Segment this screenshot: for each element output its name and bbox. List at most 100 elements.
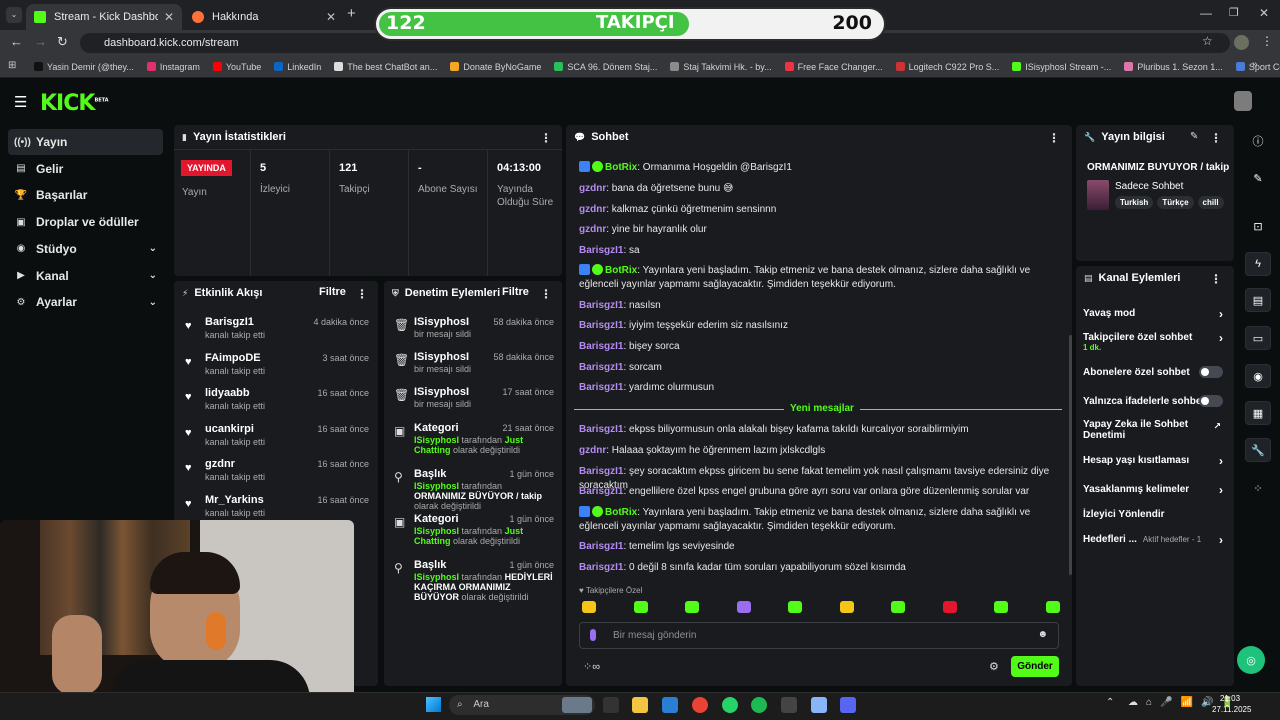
bookmark-item[interactable]: SCA 96. Dönem Staj...	[554, 62, 657, 72]
hamburger-menu-icon[interactable]: ☰	[14, 93, 27, 111]
bookmark-item[interactable]: The best ChatBot an...	[334, 62, 437, 72]
chat-username[interactable]: BarisgzI1	[579, 320, 623, 331]
emote-icon[interactable]	[942, 601, 957, 613]
more-options-icon[interactable]: ⋮	[1048, 131, 1060, 145]
chat-username[interactable]: BarisgzI1	[579, 466, 623, 477]
user-avatar[interactable]	[1234, 91, 1252, 111]
new-tab-button[interactable]: +	[347, 5, 356, 22]
close-tab-icon[interactable]: ✕	[164, 10, 174, 24]
activity-item[interactable]: ♥ ucankirpi kanalı takip etti 16 saat önce	[180, 423, 375, 457]
bookmark-item[interactable]: Staj Takvimi Hk. - by...	[670, 62, 772, 72]
chat-message[interactable]: BarisgzI1: yardımc olurmusun	[579, 381, 1059, 395]
chat-username[interactable]: BarisgzI1	[579, 486, 623, 497]
chat-message[interactable]: BarisgzI1: sa	[579, 244, 1059, 258]
channel-action-item[interactable]: Hedefleri ... Aktif hedefler - 1 ›	[1083, 533, 1229, 547]
more-bookmarks-icon[interactable]: »	[1252, 59, 1258, 70]
chat-username[interactable]: BarisgzI1	[579, 562, 623, 573]
screenshot-icon[interactable]: ⊡	[1245, 214, 1271, 238]
emote-icon[interactable]	[633, 601, 648, 613]
emote-icon[interactable]	[1045, 601, 1060, 613]
chat-username[interactable]: BarisgzI1	[579, 424, 623, 435]
activity-item[interactable]: ♥ gzdnr kanalı takip etti 16 saat önce	[180, 458, 375, 492]
chat-message[interactable]: BarisgzI1: bişey sorca	[579, 340, 1059, 354]
car-widget-icon[interactable]	[562, 697, 592, 713]
close-window-icon[interactable]: ✕	[1259, 6, 1269, 20]
edit-icon[interactable]: ✎	[1245, 166, 1271, 190]
bookmark-item[interactable]: Instagram	[146, 62, 200, 72]
document-icon[interactable]: ▤	[1245, 288, 1271, 312]
chat-username[interactable]: gzdnr	[579, 224, 606, 235]
chat-message[interactable]: BarisgzI1: engellilere özel kpss engel g…	[579, 485, 1059, 499]
channel-action-item[interactable]: Yapay Zeka ile Sohbet Denetimi ↗	[1083, 419, 1229, 441]
chat-scrollbar[interactable]	[1069, 335, 1072, 575]
sidebar-item-3[interactable]: ▣ Droplar ve ödüller	[8, 209, 163, 235]
channel-action-item[interactable]: İzleyici Yönlendir	[1083, 508, 1229, 520]
channel-action-item[interactable]: Takipçilere özel sohbet 1 dk. ›	[1083, 331, 1229, 352]
sidebar-item-5[interactable]: ▶ Kanal ⌄	[8, 263, 163, 289]
chat-username[interactable]: BarisgzI1	[579, 341, 623, 352]
chat-message[interactable]: gzdnr: yine bir hayranlık olur	[579, 223, 1059, 237]
chat-username[interactable]: BotRix	[605, 507, 637, 518]
chat-username[interactable]: gzdnr	[579, 445, 606, 456]
obs-icon[interactable]	[781, 697, 797, 713]
close-tab-icon[interactable]: ✕	[326, 10, 336, 24]
bookmark-item[interactable]: ISisyphosI Stream -...	[1012, 62, 1111, 72]
chat-username[interactable]: BotRix	[605, 162, 637, 173]
layout-icon[interactable]: ▦	[1245, 401, 1271, 425]
chat-username[interactable]: BarisgzI1	[579, 362, 623, 373]
chat-bubble-icon[interactable]: ▭	[1245, 326, 1271, 350]
app-icon[interactable]	[811, 697, 827, 713]
start-button[interactable]	[426, 697, 441, 712]
emote-icon[interactable]	[685, 601, 699, 613]
clock-time[interactable]: 21:03	[1220, 694, 1240, 703]
bookmark-item[interactable]: Logitech C922 Pro S...	[895, 62, 999, 72]
chat-username[interactable]: BarisgzI1	[579, 300, 623, 311]
discord-icon[interactable]	[840, 697, 856, 713]
toggle-switch[interactable]	[1199, 366, 1223, 378]
tab-hakkinda[interactable]: Hakkında ✕	[184, 4, 344, 30]
chat-message[interactable]: BarisgzI1: iyiyim teşşekür ederim siz na…	[579, 319, 1059, 333]
bookmark-item[interactable]: YouTube	[212, 62, 261, 72]
category-name[interactable]: Sadece Sohbet	[1115, 181, 1183, 192]
chat-message[interactable]: BarisgzI1: nasılsn	[579, 299, 1059, 313]
support-icon[interactable]: ◎	[1237, 646, 1265, 674]
channel-action-item[interactable]: Yasaklanmış kelimeler ›	[1083, 483, 1229, 497]
filter-button[interactable]: Filtre	[502, 286, 529, 298]
filter-button[interactable]: Filtre	[319, 286, 346, 298]
more-options-icon[interactable]: ⋮	[1210, 272, 1222, 286]
back-icon[interactable]: ←	[10, 34, 23, 49]
activity-item[interactable]: ♥ BarisgzI1 kanalı takip etti 4 dakika önce	[180, 316, 375, 350]
more-options-icon[interactable]: ⋮	[356, 287, 368, 301]
tab-kick-dashboard[interactable]: Stream - Kick Dashboard ✕	[26, 4, 182, 30]
kick-logo[interactable]: KICKBETA	[40, 91, 109, 116]
emote-icon[interactable]	[839, 601, 854, 613]
whatsapp-icon[interactable]	[722, 697, 738, 713]
chat-message[interactable]: gzdnr: kalkmaz çünkü öğretmenim sensinnn	[579, 203, 1059, 217]
reload-icon[interactable]: ↻	[57, 34, 68, 50]
sidebar-item-4[interactable]: ◉ Stüdyo ⌄	[8, 236, 163, 262]
info-icon[interactable]: ⓘ	[1245, 129, 1271, 153]
broadcast-icon[interactable]: ◉	[1245, 364, 1271, 388]
bookmark-item[interactable]: Pluribus 1. Sezon 1...	[1124, 62, 1223, 72]
bookmark-item[interactable]: Free Face Changer...	[784, 62, 883, 72]
wrench-icon[interactable]: 🔧	[1245, 438, 1271, 462]
maximize-icon[interactable]: ❐	[1229, 6, 1239, 19]
chat-username[interactable]: BotRix	[605, 265, 637, 276]
explorer-icon[interactable]	[632, 697, 648, 713]
tag-chip[interactable]: Türkçe	[1157, 196, 1194, 209]
apps-icon[interactable]: ⊞	[8, 60, 16, 71]
chat-message[interactable]: gzdnr: Halaaa şoktayım he öğrenmem lazım…	[579, 444, 1059, 458]
emoji-icon[interactable]: ☻	[1037, 629, 1048, 640]
emote-icon[interactable]	[736, 601, 751, 613]
spotify-icon[interactable]	[751, 697, 767, 713]
chat-message[interactable]: BotRix: Yayınlara yeni başladım. Takip e…	[579, 264, 1059, 292]
tab-search-button[interactable]: ⌄	[6, 7, 22, 23]
chat-username[interactable]: BarisgzI1	[579, 382, 623, 393]
activity-item[interactable]: ♥ lidyaabb kanalı takip etti 16 saat önce	[180, 387, 375, 421]
menu-icon[interactable]: ⋮	[1261, 34, 1273, 48]
tag-chip[interactable]: chill	[1197, 196, 1224, 209]
emote-icon[interactable]	[582, 601, 596, 613]
bookmark-item[interactable]: Donate ByNoGame	[450, 62, 541, 72]
sidebar-item-2[interactable]: 🏆 Başarılar	[8, 182, 163, 208]
edit-icon[interactable]: ✎	[1190, 131, 1198, 142]
